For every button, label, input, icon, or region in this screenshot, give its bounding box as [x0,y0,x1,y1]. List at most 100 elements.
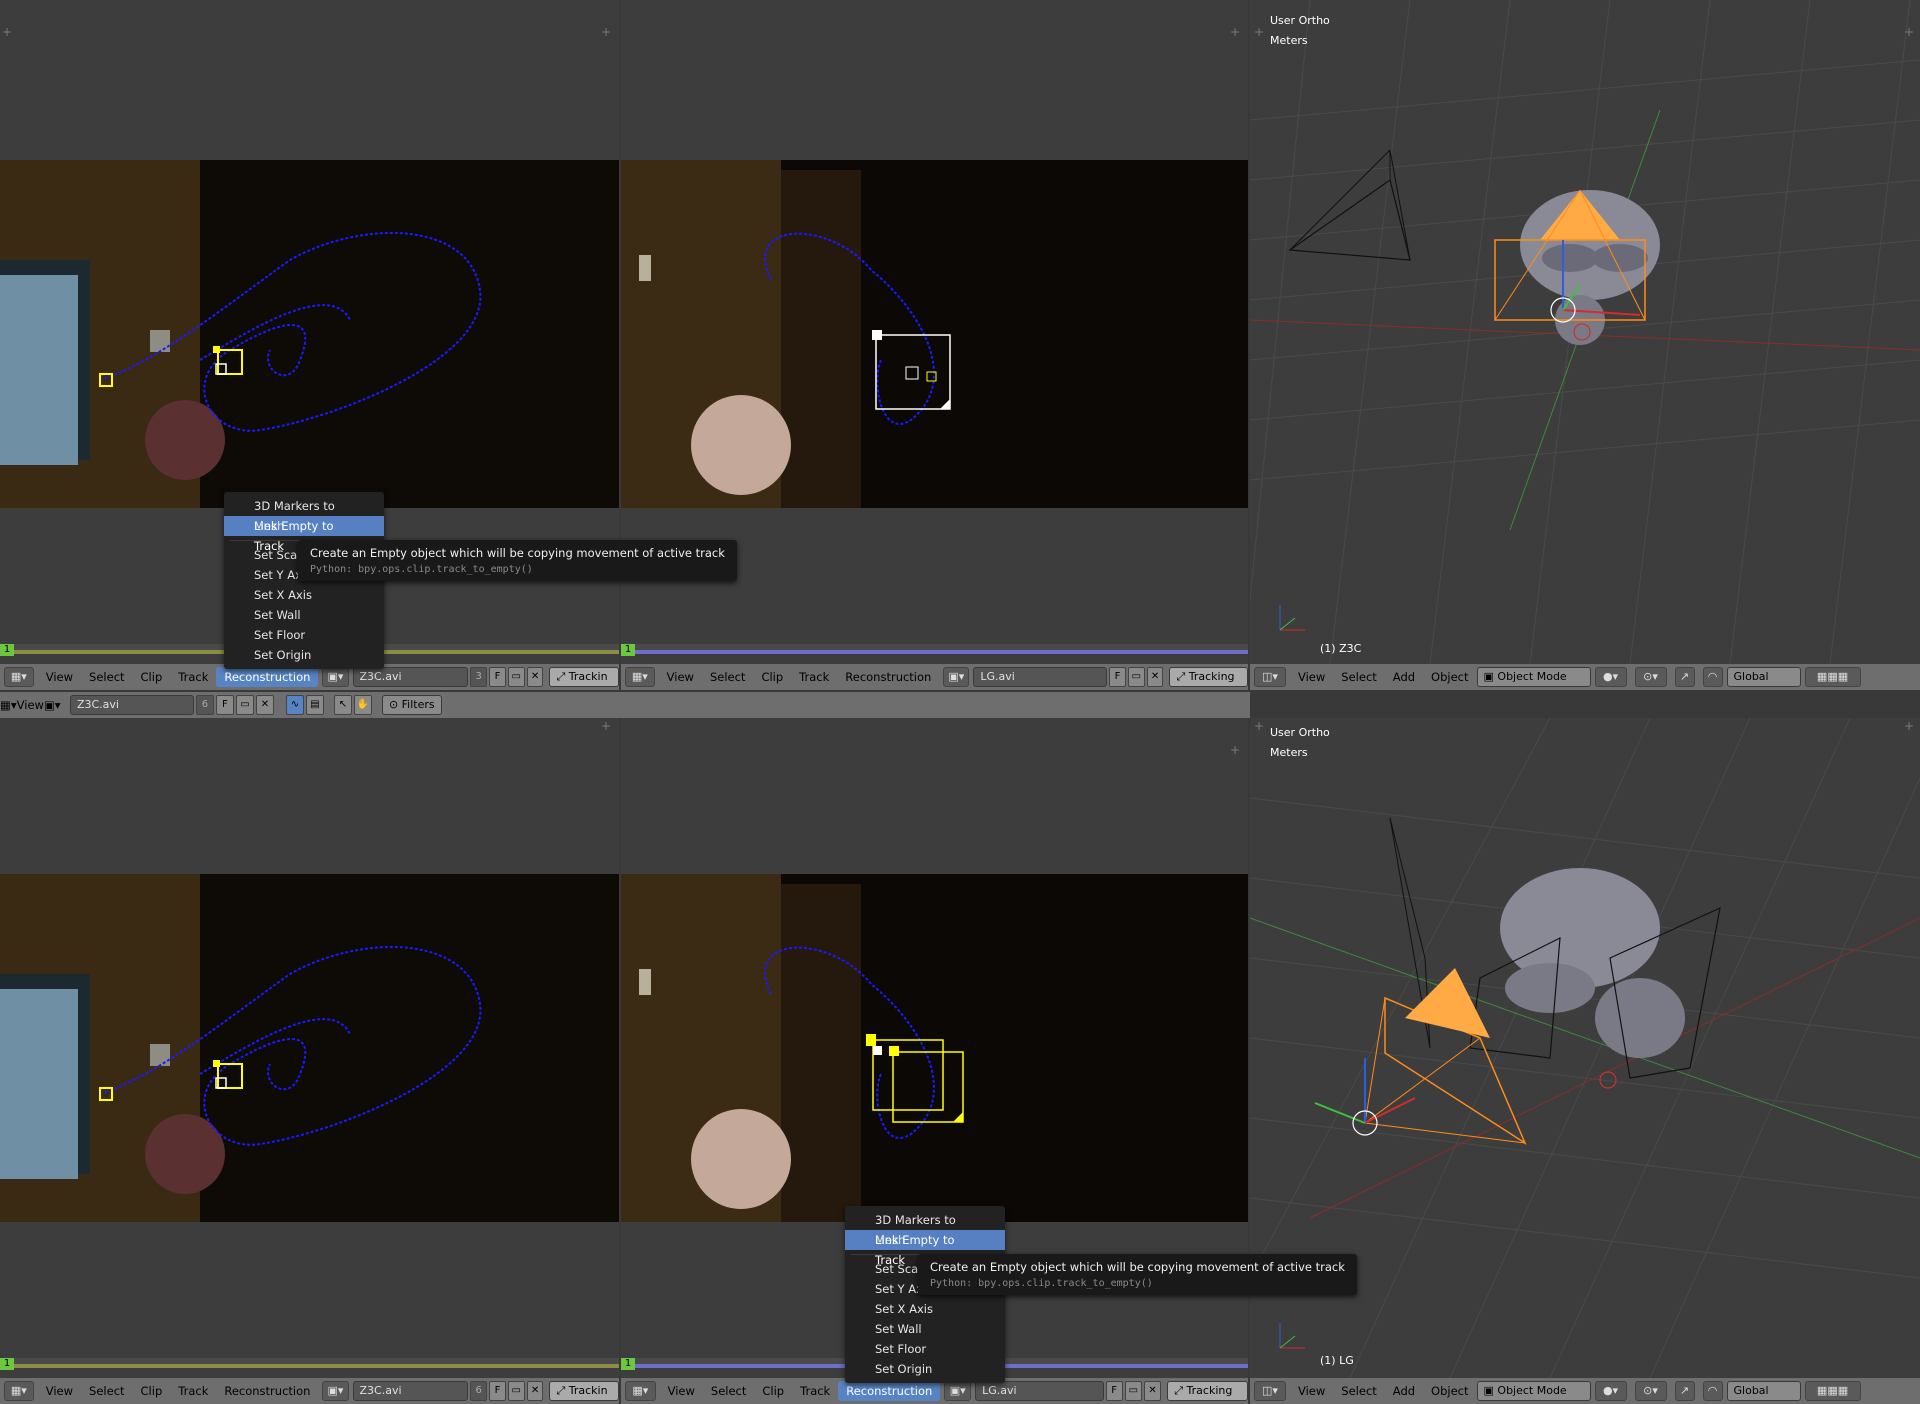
clip-name-field[interactable]: Z3C.avi [352,1381,469,1401]
clip-editor-bottom-left[interactable]: + 1 ▦▾ View Select Clip Track Reconstruc… [0,718,619,1404]
menu-item-set-x-axis[interactable]: Set X Axis [845,1299,1005,1319]
menu-reconstruction[interactable]: Reconstruction [216,1381,318,1401]
clip-name-field[interactable]: LG.avi [975,1381,1104,1401]
menu-add[interactable]: Add [1385,1381,1423,1401]
area-split-handle-icon[interactable]: + [1254,26,1264,38]
menu-clip[interactable]: Clip [133,667,171,687]
clip-frame[interactable] [0,160,619,508]
menu-clip[interactable]: Clip [753,667,791,687]
layers-icon[interactable]: ▦▦▦ [1804,667,1861,687]
menu-view[interactable]: View [660,1381,703,1401]
view3d-top[interactable]: + + User Ortho Meters (1) Z3C ◫▾ View Se… [1250,0,1920,690]
menu-select[interactable]: Select [1333,1381,1384,1401]
graph-view-icon[interactable]: ∿ [285,695,304,715]
editor-type-icon[interactable]: ▦▾ [0,698,17,712]
menu-item-link-empty-to-track[interactable]: Link Empty to Track [845,1230,1005,1267]
editor-type-icon[interactable]: ▦▾ [625,1381,656,1401]
menu-select[interactable]: Select [81,1381,132,1401]
fake-user-button[interactable]: F [1105,1381,1123,1401]
editor-type-icon[interactable]: ▦▾ [4,1381,34,1401]
menu-object[interactable]: Object [1423,667,1476,687]
fake-user-button[interactable]: F [489,667,506,687]
clip-frame[interactable] [621,874,1248,1222]
area-split-handle-icon[interactable]: + [2,26,12,38]
viewport-shading-icon[interactable]: ●▾ [1594,1381,1627,1401]
mode-dropdown[interactable]: ▣ Object Mode [1476,1381,1591,1401]
clip-name-field[interactable]: LG.avi [973,667,1108,687]
area-split-handle-icon[interactable]: + [1904,26,1914,38]
menu-track[interactable]: Track [792,1381,838,1401]
open-folder-icon[interactable]: ▭ [1124,1381,1142,1401]
menu-view[interactable]: View [1290,667,1333,687]
manipulator-rotate-icon[interactable]: ◠ [1702,1381,1723,1401]
menu-add[interactable]: Add [1385,667,1423,687]
dopesheet-view-icon[interactable]: ▤ [305,695,324,715]
menu-view[interactable]: View [659,667,702,687]
manipulator-rotate-icon[interactable]: ◠ [1702,667,1723,687]
close-icon[interactable]: ✕ [1146,667,1164,687]
menu-track[interactable]: Track [791,667,837,687]
editor-type-icon[interactable]: ◫▾ [1254,1381,1286,1401]
menu-select[interactable]: Select [702,667,753,687]
filters-button[interactable]: ⊙ Filters [381,695,442,715]
close-icon[interactable]: ✕ [526,667,544,687]
menu-view[interactable]: View [38,1381,81,1401]
menu-reconstruction[interactable]: Reconstruction [216,667,319,687]
mode-select[interactable]: ⤢ Tracking [1167,1381,1248,1401]
menu-item-set-wall[interactable]: Set Wall [224,605,384,625]
menu-item-link-empty-to-track[interactable]: Link Empty to Track [224,516,384,553]
editor-type-icon[interactable]: ▦▾ [625,667,655,687]
manipulator-translate-icon[interactable]: ↗ [1674,667,1695,687]
pivot-point-icon[interactable]: ⊙▾ [1634,667,1667,687]
mode-dropdown[interactable]: ▣ Object Mode [1476,667,1591,687]
menu-item-set-floor[interactable]: Set Floor [224,625,384,645]
area-split-handle-icon[interactable]: + [601,720,611,732]
clip-name-field[interactable]: Z3C.avi [352,667,469,687]
clip-frame[interactable] [621,160,1248,508]
menu-item-set-wall[interactable]: Set Wall [845,1319,1005,1339]
menu-select[interactable]: Select [703,1381,754,1401]
select-cursor-icon[interactable]: ↖ [333,695,352,715]
view3d-bottom[interactable]: + + User Ortho Meters (1) LG ◫▾ View Sel… [1250,718,1920,1404]
area-split-handle-icon[interactable]: + [1904,720,1914,732]
menu-select[interactable]: Select [81,667,132,687]
clip-frame[interactable] [0,874,619,1222]
viewport-shading-icon[interactable]: ●▾ [1594,667,1627,687]
menu-item-3d-markers-to-mesh[interactable]: 3D Markers to Mesh [845,1210,1005,1247]
layers-icon[interactable]: ▦▦▦ [1804,1381,1861,1401]
area-split-handle-icon[interactable]: + [1254,720,1264,732]
menu-item-set-origin[interactable]: Set Origin [224,645,384,665]
fake-user-button[interactable]: F [215,695,234,715]
editor-type-icon[interactable]: ◫▾ [1254,667,1286,687]
area-split-handle-icon[interactable]: + [1230,744,1240,756]
fake-user-button[interactable]: F [1109,667,1126,687]
orientation-dropdown[interactable]: Global [1726,1381,1801,1401]
menu-clip[interactable]: Clip [133,1381,171,1401]
area-split-handle-icon[interactable]: + [1230,26,1240,38]
close-icon[interactable]: ✕ [1144,1381,1162,1401]
hand-icon[interactable]: ✋ [353,695,372,715]
menu-item-set-floor[interactable]: Set Floor [845,1339,1005,1359]
menu-view[interactable]: View [1290,1381,1333,1401]
pivot-point-icon[interactable]: ⊙▾ [1634,1381,1667,1401]
mode-select[interactable]: ⤢ Trackin [549,667,619,687]
clip-browse-icon[interactable]: ▣▾ [943,667,970,687]
open-folder-icon[interactable]: ▭ [507,1381,525,1401]
menu-reconstruction[interactable]: Reconstruction [837,667,939,687]
menu-item-set-origin[interactable]: Set Origin [845,1359,1005,1379]
mode-select[interactable]: ⤢ Trackin [549,1381,619,1401]
open-folder-icon[interactable]: ▭ [235,695,254,715]
editor-type-icon[interactable]: ▦▾ [4,667,34,687]
timeline-bar[interactable] [0,1358,619,1368]
timeline-bar[interactable] [621,644,1248,654]
menu-object[interactable]: Object [1423,1381,1476,1401]
clip-browse-icon[interactable]: ▣▾ [322,667,349,687]
menu-track[interactable]: Track [170,1381,216,1401]
menu-item-3d-markers-to-mesh[interactable]: 3D Markers to Mesh [224,496,384,533]
open-folder-icon[interactable]: ▭ [507,667,525,687]
clip-browse-icon[interactable]: ▣▾ [944,1381,972,1401]
menu-select[interactable]: Select [1333,667,1384,687]
mode-select[interactable]: ⤢ Tracking [1169,667,1248,687]
menu-item-set-x-axis[interactable]: Set X Axis [224,585,384,605]
area-split-handle-icon[interactable]: + [601,26,611,38]
